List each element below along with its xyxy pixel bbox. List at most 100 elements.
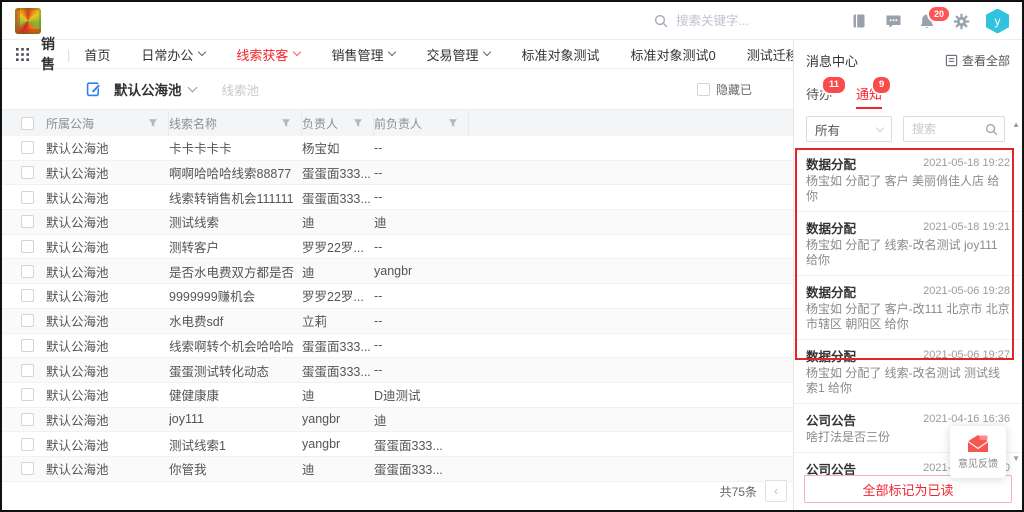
table-row[interactable]: 默认公海池 卡卡卡卡卡 杨宝如 -- [2,136,793,161]
cell-pool: 默认公海池 [46,311,109,330]
cell-prev-owner: -- [374,289,382,303]
cell-lead-name: 9999999赚机会 [169,286,255,305]
table-row[interactable]: 默认公海池 啊啊哈哈哈线索88877 蛋蛋面333... -- [2,161,793,186]
cell-lead-name: 是否水电费双方都是否 [169,262,294,281]
cell-pool: 默认公海池 [46,385,109,404]
app-name[interactable]: 销售 [41,34,55,74]
table-row[interactable]: 默认公海池 水电费sdf 立莉 -- [2,309,793,334]
nav-item[interactable]: 日常办公 [141,45,205,64]
row-checkbox[interactable] [21,289,34,302]
row-checkbox[interactable] [21,462,34,475]
panel-tab[interactable]: 待办 11 [806,82,832,112]
topbar: 20 y [2,2,1022,40]
table-row[interactable]: 默认公海池 你管我 迪 蛋蛋面333... [2,457,793,482]
app-logo[interactable] [15,8,41,34]
mark-all-read-button[interactable]: 全部标记为已读 [804,475,1012,503]
notification-item[interactable]: 数据分配 2021-05-06 19:28 杨宝如 分配了 客户-改111 北京… [794,276,1022,340]
cell-owner: 迪 [302,262,315,281]
chevron-down-icon[interactable] [187,83,197,93]
feedback-button[interactable]: 意见反馈 [950,426,1006,478]
cell-prev-owner: D迪测试 [374,385,421,404]
cell-owner: 立莉 [302,311,327,330]
row-checkbox[interactable] [21,314,34,327]
scrollbar-up-icon[interactable]: ▲ [1012,120,1020,129]
cell-pool: 默认公海池 [46,138,109,157]
chevron-down-icon [293,48,301,56]
table-header: 所属公海 线索名称 负责人 前负责人 [2,110,793,136]
row-checkbox[interactable] [21,364,34,377]
filter-icon[interactable] [353,118,363,128]
row-checkbox[interactable] [21,339,34,352]
cell-lead-name: 线索啊转个机会哈哈哈 [169,336,294,355]
row-checkbox[interactable] [21,438,34,451]
cell-prev-owner: -- [374,338,382,352]
envelope-icon [966,434,990,453]
hide-converted-label: 隐藏已 [716,81,752,98]
row-checkbox[interactable] [21,240,34,253]
nav-item-label: 销售管理 [331,45,383,64]
hide-converted-option: 隐藏已 [697,81,793,98]
user-avatar[interactable]: y [986,9,1009,34]
pool-selector[interactable]: 默认公海池 [114,79,182,99]
chevron-down-icon [876,124,884,132]
row-checkbox[interactable] [21,141,34,154]
table-row[interactable]: 默认公海池 健健康康 迪 D迪测试 [2,383,793,408]
cell-owner: yangbr [302,437,340,451]
nav-item[interactable]: 标准对象测试0 [630,45,715,64]
panel-tab[interactable]: 通知 9 [856,82,882,112]
filter-select[interactable]: 所有 [806,116,892,142]
row-checkbox[interactable] [21,166,34,179]
table-row[interactable]: 默认公海池 joy111 yangbr 迪 [2,408,793,433]
nav-item[interactable]: 线索获客 [236,45,300,64]
row-checkbox[interactable] [21,191,34,204]
table-row[interactable]: 默认公海池 测试线索1 yangbr 蛋蛋面333... [2,432,793,457]
cell-prev-owner: -- [374,240,382,254]
row-checkbox[interactable] [21,265,34,278]
cell-owner: yangbr [302,412,340,426]
view-all-link[interactable]: 查看全部 [945,52,1010,69]
topbar-icons: 20 y [850,2,1009,40]
row-checkbox[interactable] [21,413,34,426]
filter-icon[interactable] [148,118,158,128]
filter-icon[interactable] [281,118,291,128]
cell-pool: 默认公海池 [46,212,109,231]
nav-item[interactable]: 首页 [84,45,110,64]
view-all-label: 查看全部 [962,52,1010,69]
cell-lead-name: 测转客户 [169,237,219,256]
notification-item[interactable]: 数据分配 2021-05-18 19:21 杨宝如 分配了 线索-改名测试 jo… [794,212,1022,276]
nav-item[interactable]: 销售管理 [331,45,395,64]
table-row[interactable]: 默认公海池 测转客户 罗罗22罗... -- [2,235,793,260]
pagination-prev-button[interactable]: ‹ [765,480,787,502]
select-all-checkbox[interactable] [21,117,34,130]
list-icon [945,54,958,67]
nav-item[interactable]: 标准对象测试 [521,45,599,64]
notification-item[interactable]: 数据分配 2021-05-06 19:27 杨宝如 分配了 线索-改名测试 测试… [794,340,1022,404]
nav-item-label: 交易管理 [426,45,478,64]
search-input[interactable] [676,14,806,28]
table-row[interactable]: 默认公海池 线索转销售机会111111 蛋蛋面333... -- [2,185,793,210]
notification-item[interactable]: 数据分配 2021-05-18 19:22 杨宝如 分配了 客户 美丽俏佳人店 … [794,148,1022,212]
cell-owner: 罗罗22罗... [302,286,364,305]
cell-owner: 罗罗22罗... [302,237,364,256]
table-row[interactable]: 默认公海池 蛋蛋测试转化动态 蛋蛋面333... -- [2,358,793,383]
hide-converted-checkbox[interactable] [697,83,710,96]
chat-icon[interactable] [884,12,902,30]
column-header-owner: 负责人 [302,115,338,132]
bell-icon[interactable]: 20 [918,12,936,30]
row-checkbox[interactable] [21,388,34,401]
apps-grid-icon[interactable] [16,48,29,61]
filter-icon[interactable] [448,118,458,128]
notification-title: 数据分配 [806,346,856,365]
table-row[interactable]: 默认公海池 线索啊转个机会哈哈哈 蛋蛋面333... -- [2,334,793,359]
nav-item[interactable]: 交易管理 [426,45,490,64]
docs-icon[interactable] [850,12,868,30]
notification-body: 杨宝如 分配了 线索-改名测试 joy111 给你 [806,238,1010,268]
search-icon[interactable] [985,123,998,136]
compose-icon[interactable] [86,81,102,97]
table-row[interactable]: 默认公海池 是否水电费双方都是否 迪 yangbr [2,259,793,284]
row-checkbox[interactable] [21,215,34,228]
table-row[interactable]: 默认公海池 9999999赚机会 罗罗22罗... -- [2,284,793,309]
table-row[interactable]: 默认公海池 测试线索 迪 迪 [2,210,793,235]
gear-icon[interactable] [952,12,970,30]
notification-search-input[interactable] [912,122,982,136]
